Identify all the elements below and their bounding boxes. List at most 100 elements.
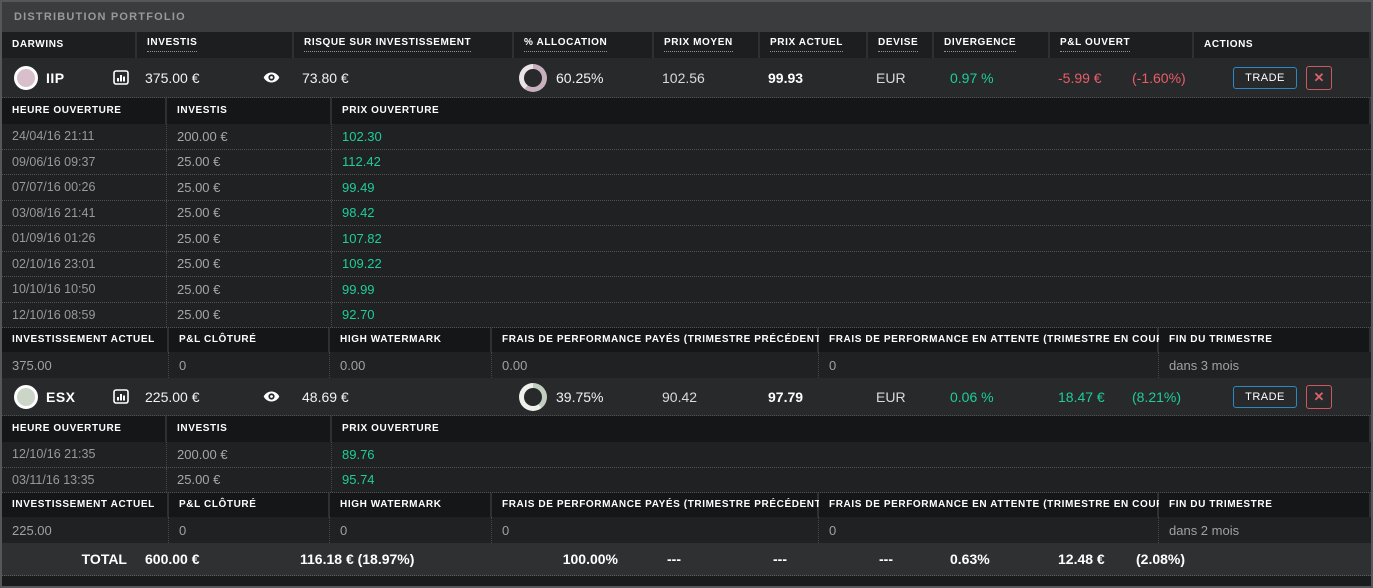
col-prix-actuel[interactable]: PRIX ACTUEL	[760, 32, 868, 58]
position-prix: 92.70	[342, 307, 375, 322]
close-position-button[interactable]: ✕	[1306, 66, 1332, 90]
total-label-cell: TOTAL	[2, 543, 137, 575]
divergence-cell: 0.06 %	[934, 378, 1050, 415]
position-row: 03/08/16 21:41 25.00 € 98.42	[2, 201, 1371, 227]
position-investis-cell: 25.00 €	[167, 175, 332, 200]
subcol-prix-label: PRIX OUVERTURE	[342, 106, 439, 116]
col-investis[interactable]: INVESTIS	[137, 32, 294, 58]
positions-header-row: HEURE OUVERTURE INVESTIS PRIX OUVERTURE	[2, 98, 1371, 124]
distribution-portfolio-panel: DISTRIBUTION PORTFOLIO DARWINS INVESTIS …	[0, 0, 1373, 588]
seccol-frais-payes: FRAIS DE PERFORMANCE PAYÉS (TRIMESTRE PR…	[492, 328, 819, 352]
prix-moyen-value: 90.42	[662, 389, 697, 405]
position-prix-cell: 89.76	[332, 442, 1371, 467]
col-divergence[interactable]: DIVERGENCE	[934, 32, 1050, 58]
close-position-button[interactable]: ✕	[1306, 385, 1332, 409]
position-heure: 12/10/16 08:59	[12, 308, 95, 322]
seccol-hwm: HIGH WATERMARK	[330, 328, 492, 352]
position-heure: 03/11/16 13:35	[12, 473, 94, 487]
summary-investissement-cell: 375.00	[2, 352, 169, 378]
summary-frais-attente: 0	[829, 523, 836, 538]
prix-actuel-value: 99.93	[768, 70, 803, 86]
chart-icon[interactable]	[113, 70, 129, 85]
bottom-strip	[2, 576, 1371, 586]
col-pl-ouvert[interactable]: P&L OUVERT	[1050, 32, 1194, 58]
allocation-cell: 39.75%	[514, 378, 654, 415]
trade-button[interactable]: TRADE	[1233, 67, 1297, 89]
allocation-value: 39.75%	[556, 389, 603, 405]
total-risque-cell: 116.18 € (18.97%)	[294, 543, 514, 575]
position-investis-cell: 200.00 €	[167, 442, 332, 467]
chart-icon[interactable]	[113, 389, 129, 404]
summary-frais-payes: 0.00	[502, 358, 527, 373]
divergence-value: 0.97 %	[950, 70, 994, 86]
col-prix-moyen[interactable]: PRIX MOYEN	[654, 32, 760, 58]
darwin-name[interactable]: IIP	[46, 70, 65, 86]
summary-fin-trimestre: dans 2 mois	[1169, 523, 1239, 538]
position-investis: 25.00 €	[177, 256, 220, 271]
col-allocation-label: % ALLOCATION	[524, 38, 607, 52]
position-investis: 200.00 €	[177, 129, 228, 144]
seccol-investissement-label: INVESTISSEMENT ACTUEL	[12, 500, 155, 510]
col-darwins: DARWINS	[2, 32, 137, 58]
position-prix-cell: 99.99	[332, 277, 1371, 302]
seccol-pl-cloture: P&L CLÔTURÉ	[169, 493, 330, 517]
darwin-avatar[interactable]	[14, 66, 38, 90]
col-risque[interactable]: RISQUE SUR INVESTISSEMENT	[294, 32, 514, 58]
col-actions-label: ACTIONS	[1204, 40, 1253, 50]
position-heure-cell: 12/10/16 21:35	[2, 442, 167, 467]
subcol-prix: PRIX OUVERTURE	[332, 98, 1371, 124]
col-allocation[interactable]: % ALLOCATION	[514, 32, 654, 58]
eye-icon[interactable]	[263, 72, 280, 83]
position-prix: 95.74	[342, 472, 375, 487]
col-devise[interactable]: DEVISE	[868, 32, 934, 58]
subcol-heure: HEURE OUVERTURE	[2, 416, 167, 442]
divergence-value: 0.06 %	[950, 389, 994, 405]
position-prix-cell: 95.74	[332, 468, 1371, 493]
summary-frais-payes-cell: 0.00	[492, 352, 819, 378]
total-label: TOTAL	[82, 551, 127, 567]
col-risque-label: RISQUE SUR INVESTISSEMENT	[304, 38, 471, 52]
position-heure-cell: 01/09/16 01:26	[2, 226, 167, 251]
total-actions-cell	[1194, 543, 1371, 575]
summary-values-row: 225.00 0 0 0 0 dans 2 mois	[2, 517, 1371, 543]
investis-cell: 375.00 €	[137, 58, 294, 97]
position-prix-cell: 107.82	[332, 226, 1371, 251]
seccol-investissement: INVESTISSEMENT ACTUEL	[2, 493, 169, 517]
pl-ouvert-cell: 18.47 € (8.21%)	[1050, 378, 1194, 415]
allocation-donut	[519, 64, 547, 92]
position-heure-cell: 02/10/16 23:01	[2, 252, 167, 277]
darwin-name[interactable]: ESX	[46, 389, 76, 405]
summary-hwm: 0.00	[340, 358, 365, 373]
position-investis-cell: 25.00 €	[167, 468, 332, 493]
eye-icon[interactable]	[263, 391, 280, 402]
total-investis: 600.00 €	[145, 551, 200, 567]
total-pl-ouvert: 12.48 €	[1058, 551, 1136, 567]
summary-fin-trimestre-cell: dans 2 mois	[1159, 517, 1371, 543]
panel-titlebar: DISTRIBUTION PORTFOLIO	[2, 2, 1371, 32]
subcol-investis-label: INVESTIS	[177, 424, 227, 434]
total-devise: ---	[879, 551, 893, 567]
total-prix-actuel: ---	[773, 551, 787, 567]
trade-button[interactable]: TRADE	[1233, 386, 1297, 408]
actions-cell: TRADE ✕	[1194, 58, 1371, 97]
seccol-fin-trimestre-label: FIN DU TRIMESTRE	[1169, 500, 1273, 510]
position-row: 01/09/16 01:26 25.00 € 107.82	[2, 226, 1371, 252]
risque-cell: 73.80 €	[294, 58, 514, 97]
summary-investissement-cell: 225.00	[2, 517, 169, 543]
seccol-frais-attente: FRAIS DE PERFORMANCE EN ATTENTE (TRIMEST…	[819, 328, 1159, 352]
seccol-investissement: INVESTISSEMENT ACTUEL	[2, 328, 169, 352]
seccol-fin-trimestre: FIN DU TRIMESTRE	[1159, 493, 1371, 517]
col-prix-moyen-label: PRIX MOYEN	[664, 38, 733, 52]
position-investis: 25.00 €	[177, 205, 220, 220]
position-heure-cell: 12/10/16 08:59	[2, 303, 167, 328]
summary-pl-cloture: 0	[179, 358, 186, 373]
col-actions: ACTIONS	[1194, 32, 1371, 58]
summary-hwm: 0	[340, 523, 347, 538]
total-prix-actuel-cell: ---	[760, 543, 868, 575]
seccol-pl-cloture: P&L CLÔTURÉ	[169, 328, 330, 352]
darwin-avatar[interactable]	[14, 385, 38, 409]
summary-frais-attente-cell: 0	[819, 352, 1159, 378]
investis-cell: 225.00 €	[137, 378, 294, 415]
summary-header-row: INVESTISSEMENT ACTUEL P&L CLÔTURÉ HIGH W…	[2, 328, 1371, 352]
position-prix-cell: 99.49	[332, 175, 1371, 200]
